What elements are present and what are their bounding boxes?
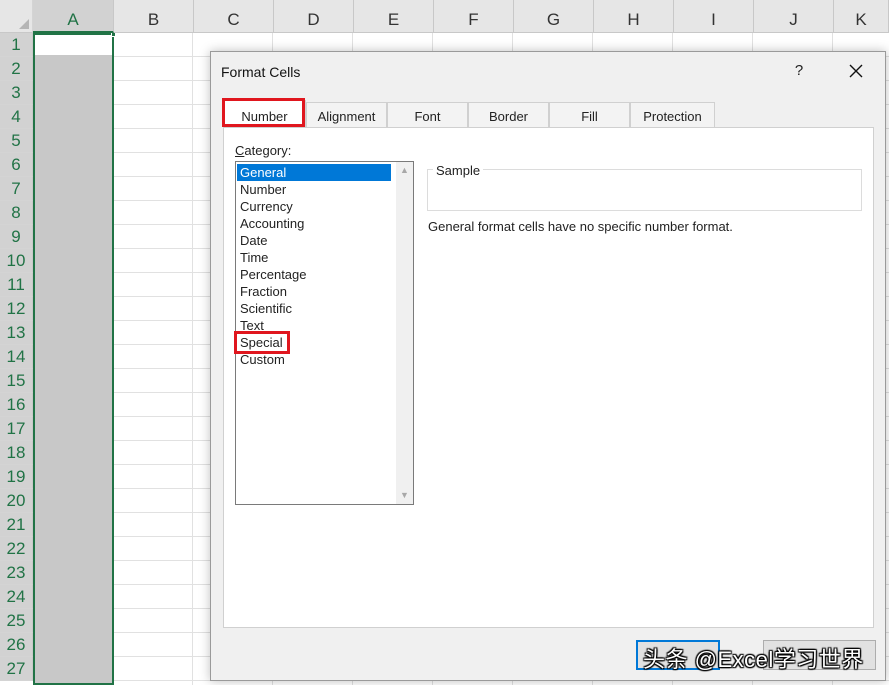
help-button[interactable]: ? <box>789 61 809 81</box>
tab-border[interactable]: Border <box>468 102 549 128</box>
category-text[interactable]: Text <box>237 317 391 334</box>
row-header-6[interactable]: 6 <box>0 153 33 177</box>
sample-label: Sample <box>433 163 484 178</box>
dialog-title: Format Cells <box>221 64 301 80</box>
row-header-11[interactable]: 11 <box>0 273 33 297</box>
column-header-j[interactable]: J <box>754 0 834 33</box>
category-accounting[interactable]: Accounting <box>237 215 391 232</box>
cancel-button[interactable] <box>763 640 876 670</box>
row-header-15[interactable]: 15 <box>0 369 33 393</box>
row-header-9[interactable]: 9 <box>0 225 33 249</box>
category-percentage[interactable]: Percentage <box>237 266 391 283</box>
row-header-16[interactable]: 16 <box>0 393 33 417</box>
category-custom[interactable]: Custom <box>237 351 391 368</box>
column-header-d[interactable]: D <box>274 0 354 33</box>
row-header-12[interactable]: 12 <box>0 297 33 321</box>
row-header-14[interactable]: 14 <box>0 345 33 369</box>
category-general[interactable]: General <box>237 164 391 181</box>
close-button[interactable] <box>841 58 871 84</box>
row-header-20[interactable]: 20 <box>0 489 33 513</box>
tab-protection[interactable]: Protection <box>630 102 715 128</box>
select-all-corner[interactable] <box>0 0 33 33</box>
row-header-25[interactable]: 25 <box>0 609 33 633</box>
row-header-23[interactable]: 23 <box>0 561 33 585</box>
format-description: General format cells have no specific nu… <box>428 219 733 234</box>
row-header-5[interactable]: 5 <box>0 129 33 153</box>
category-listbox[interactable]: General Number Currency Accounting Date … <box>235 161 414 505</box>
row-header-13[interactable]: 13 <box>0 321 33 345</box>
category-currency[interactable]: Currency <box>237 198 391 215</box>
active-cell-a1[interactable] <box>35 35 112 55</box>
sample-box <box>427 169 862 211</box>
row-header-1[interactable]: 1 <box>0 33 33 57</box>
row-header-19[interactable]: 19 <box>0 465 33 489</box>
tab-alignment[interactable]: Alignment <box>306 102 387 128</box>
scroll-up-icon[interactable]: ▲ <box>396 162 413 179</box>
column-header-f[interactable]: F <box>434 0 514 33</box>
column-header-b[interactable]: B <box>114 0 194 33</box>
column-header-g[interactable]: G <box>514 0 594 33</box>
row-header-27[interactable]: 27 <box>0 657 33 681</box>
row-header-18[interactable]: 18 <box>0 441 33 465</box>
row-header-4[interactable]: 4 <box>0 105 33 129</box>
row-header-22[interactable]: 22 <box>0 537 33 561</box>
column-header-k[interactable]: K <box>834 0 889 33</box>
scroll-down-icon[interactable]: ▼ <box>396 487 413 504</box>
column-header-c[interactable]: C <box>194 0 274 33</box>
category-fraction[interactable]: Fraction <box>237 283 391 300</box>
row-header-2[interactable]: 2 <box>0 57 33 81</box>
row-header-7[interactable]: 7 <box>0 177 33 201</box>
category-time[interactable]: Time <box>237 249 391 266</box>
row-header-24[interactable]: 24 <box>0 585 33 609</box>
format-cells-dialog: Format Cells ? Number Alignment Font Bor… <box>210 51 886 681</box>
tab-fill[interactable]: Fill <box>549 102 630 128</box>
category-date[interactable]: Date <box>237 232 391 249</box>
category-number[interactable]: Number <box>237 181 391 198</box>
column-header-a[interactable]: A <box>33 0 114 33</box>
close-icon <box>849 64 863 78</box>
category-special[interactable]: Special <box>237 334 391 351</box>
column-header-e[interactable]: E <box>354 0 434 33</box>
row-header-21[interactable]: 21 <box>0 513 33 537</box>
category-scientific[interactable]: Scientific <box>237 300 391 317</box>
tab-font[interactable]: Font <box>387 102 468 128</box>
column-header-h[interactable]: H <box>594 0 674 33</box>
category-scrollbar[interactable]: ▲ ▼ <box>396 162 413 504</box>
row-header-3[interactable]: 3 <box>0 81 33 105</box>
row-header-10[interactable]: 10 <box>0 249 33 273</box>
tab-number[interactable]: Number <box>223 100 306 128</box>
row-header-8[interactable]: 8 <box>0 201 33 225</box>
category-label: Category: <box>235 143 292 158</box>
row-header-26[interactable]: 26 <box>0 633 33 657</box>
row-header-17[interactable]: 17 <box>0 417 33 441</box>
column-a-selection <box>33 33 114 685</box>
ok-button[interactable] <box>636 640 720 670</box>
column-header-i[interactable]: I <box>674 0 754 33</box>
